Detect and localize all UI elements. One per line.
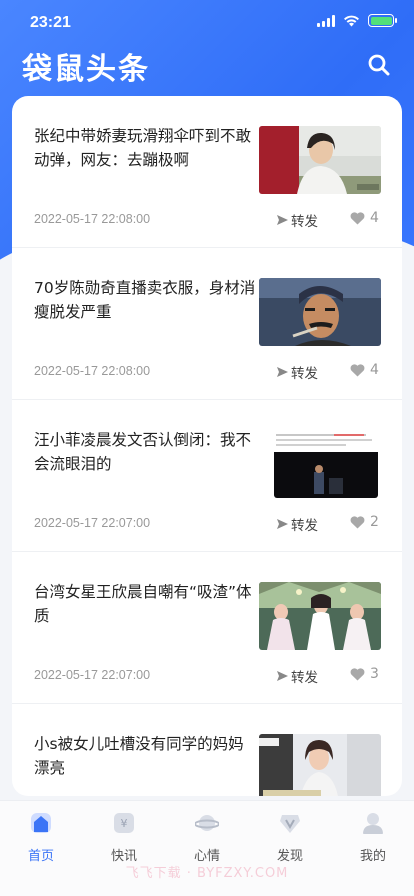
news-title[interactable]: 张纪中带娇妻玩滑翔伞吓到不敢动弹，网友：去蹦极啊: [34, 124, 256, 172]
svg-text:¥: ¥: [121, 817, 128, 830]
like-button[interactable]: 3: [350, 666, 379, 682]
heart-icon: [350, 363, 365, 376]
news-thumbnail[interactable]: [259, 278, 381, 346]
battery-icon: [368, 14, 397, 27]
news-item[interactable]: 张纪中带娇妻玩滑翔伞吓到不敢动弹，网友：去蹦极啊 2022-05-17 22:0…: [12, 96, 402, 248]
app-title: 袋鼠头条: [22, 52, 150, 87]
send-icon: [277, 671, 288, 681]
photo-tv-show-icon: [259, 734, 381, 796]
news-date: 2022-05-17 22:08:00: [34, 364, 151, 378]
search-icon: [368, 54, 390, 76]
status-icons: [317, 14, 397, 27]
forward-label: 转发: [291, 214, 318, 230]
forward-button[interactable]: 转发: [276, 666, 318, 686]
watermark: 飞飞下载 · BYFZXY.COM: [125, 866, 289, 881]
profile-icon: [363, 813, 383, 834]
status-bar: 23:21: [0, 0, 414, 48]
tab-home[interactable]: 首页: [9, 811, 73, 864]
tab-discover[interactable]: 发现: [258, 811, 322, 864]
photo-screenshot-post-icon: [274, 430, 378, 498]
heart-icon: [350, 211, 365, 224]
like-button[interactable]: 2: [350, 514, 379, 530]
send-icon: [277, 215, 288, 225]
like-count: 3: [370, 666, 379, 682]
news-title[interactable]: 汪小菲凌晨发文否认倒闭：我不会流眼泪的: [34, 428, 256, 476]
heart-icon: [350, 515, 365, 528]
like-count: 4: [370, 362, 379, 378]
cellular-signal-icon: [317, 14, 335, 27]
like-count: 2: [370, 514, 379, 530]
tab-flash-news[interactable]: ¥ 快讯: [92, 811, 156, 864]
news-item[interactable]: 汪小菲凌晨发文否认倒闭：我不会流眼泪的 2022-05-17 22:07:00 …: [12, 400, 402, 552]
news-title[interactable]: 台湾女星王欣晨自嘲有“吸渣”体质: [34, 580, 256, 628]
send-icon: [277, 367, 288, 377]
news-thumbnail[interactable]: [259, 582, 381, 650]
tab-bar: 首页 ¥ 快讯 心情 发现 我的: [0, 800, 414, 896]
forward-label: 转发: [291, 366, 318, 382]
forward-label: 转发: [291, 518, 318, 534]
photo-man-with-cigar-icon: [259, 278, 381, 346]
like-count: 4: [370, 210, 379, 226]
like-button[interactable]: 4: [350, 362, 379, 378]
tab-mood[interactable]: 心情: [175, 811, 239, 864]
like-button[interactable]: 4: [350, 210, 379, 226]
news-thumbnail[interactable]: [274, 430, 378, 498]
send-icon: [277, 519, 288, 529]
news-feed: 张纪中带娇妻玩滑翔伞吓到不敢动弹，网友：去蹦极啊 2022-05-17 22:0…: [12, 96, 402, 796]
wifi-icon: [344, 15, 359, 26]
status-time: 23:21: [30, 14, 71, 31]
forward-button[interactable]: 转发: [276, 210, 318, 230]
news-thumbnail[interactable]: [259, 734, 381, 796]
search-button[interactable]: [366, 52, 392, 78]
mood-planet-icon: [194, 815, 220, 831]
discover-icon: [280, 815, 300, 833]
forward-label: 转发: [291, 670, 318, 686]
flash-news-icon: ¥: [114, 813, 134, 833]
photo-woman-in-car-icon: [259, 126, 381, 194]
news-date: 2022-05-17 22:08:00: [34, 212, 151, 226]
news-item[interactable]: 小s被女儿吐槽没有同学的妈妈漂亮: [12, 704, 402, 796]
home-icon: [31, 813, 51, 833]
news-date: 2022-05-17 22:07:00: [34, 668, 151, 682]
news-date: 2022-05-17 22:07:00: [34, 516, 151, 530]
news-title[interactable]: 70岁陈勋奇直播卖衣服，身材消瘦脱发严重: [34, 276, 256, 324]
news-item[interactable]: 70岁陈勋奇直播卖衣服，身材消瘦脱发严重 2022-05-17 22:08:00…: [12, 248, 402, 400]
heart-icon: [350, 667, 365, 680]
forward-button[interactable]: 转发: [276, 514, 318, 534]
tab-profile[interactable]: 我的: [341, 811, 405, 864]
forward-button[interactable]: 转发: [276, 362, 318, 382]
news-title[interactable]: 小s被女儿吐槽没有同学的妈妈漂亮: [34, 732, 256, 780]
photo-stage-performance-icon: [259, 582, 381, 650]
news-item[interactable]: 台湾女星王欣晨自嘲有“吸渣”体质 2022-05-17 22:07:00 转发: [12, 552, 402, 704]
news-thumbnail[interactable]: [259, 126, 381, 194]
